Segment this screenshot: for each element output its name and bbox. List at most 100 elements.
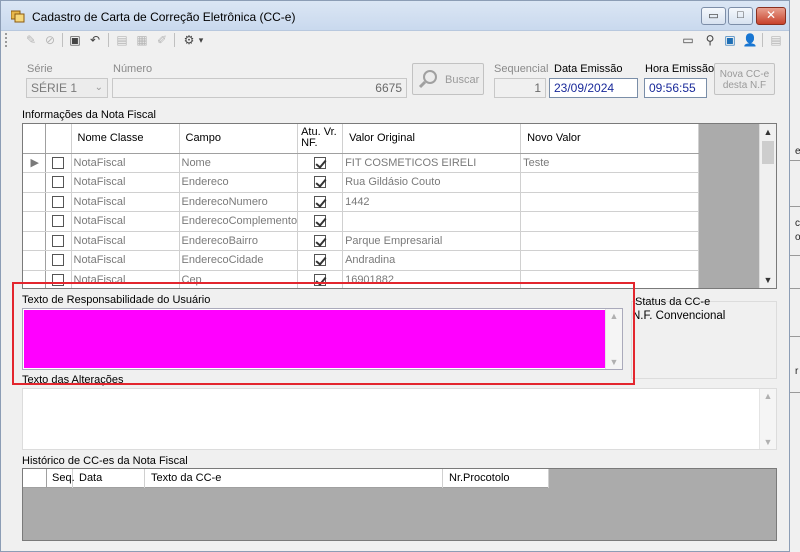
undo-icon[interactable]: ↶	[87, 32, 103, 48]
user-icon[interactable]: 👤	[742, 32, 758, 48]
cell-original[interactable]	[342, 211, 522, 232]
active-window-icon[interactable]: ▣	[722, 32, 738, 48]
search-settings-icon[interactable]: ⚲	[702, 32, 718, 48]
hora-emissao-field[interactable]: 09:56:55	[644, 78, 707, 98]
cell-campo[interactable]: Endereco	[179, 172, 299, 193]
cell-original[interactable]: FIT COSMETICOS EIRELI	[342, 153, 522, 173]
column-header-novo[interactable]: Novo Valor	[520, 124, 700, 154]
alteracoes-textarea[interactable]: ▲ ▼	[22, 388, 777, 450]
column-header-select[interactable]	[45, 124, 72, 154]
row-header[interactable]	[23, 250, 46, 271]
cell-campo[interactable]: EnderecoCidade	[179, 250, 299, 271]
table-row[interactable]: ▶ NotaFiscal Nome FIT COSMETICOS EIRELI …	[23, 153, 700, 173]
cell-novo[interactable]: Teste	[520, 153, 700, 173]
cell-novo[interactable]	[520, 172, 700, 193]
maximize-button[interactable]: □	[728, 7, 753, 25]
checkbox[interactable]	[314, 215, 327, 228]
scroll-down-icon[interactable]: ▼	[760, 437, 776, 447]
checkbox[interactable]	[52, 215, 64, 228]
select-checkbox[interactable]	[45, 172, 72, 193]
cell-classe[interactable]: NotaFiscal	[71, 270, 180, 288]
row-header[interactable]	[23, 211, 46, 232]
cell-classe[interactable]: NotaFiscal	[71, 192, 180, 212]
menu-icon[interactable]: ▤	[768, 32, 784, 48]
checkbox[interactable]	[314, 234, 327, 247]
atu-checkbox[interactable]	[297, 172, 344, 193]
numero-field[interactable]: 6675	[112, 78, 407, 98]
checkbox[interactable]	[52, 176, 64, 189]
column-header-classe[interactable]: Nome Classe	[71, 124, 180, 154]
table-row[interactable]: NotaFiscal EnderecoBairro Parque Empresa…	[23, 231, 700, 251]
column-header-protocolo[interactable]: Nr.Procotolo	[443, 469, 549, 488]
checkbox[interactable]	[52, 234, 64, 247]
cell-campo[interactable]: EnderecoBairro	[179, 231, 299, 251]
sequencial-field[interactable]: 1	[494, 78, 546, 98]
cell-classe[interactable]: NotaFiscal	[71, 172, 180, 193]
select-checkbox[interactable]	[45, 270, 72, 288]
scroll-up-icon[interactable]: ▲	[760, 391, 776, 401]
atu-checkbox[interactable]	[297, 211, 344, 232]
save-icon[interactable]: ▣	[67, 32, 83, 48]
select-checkbox[interactable]	[45, 192, 72, 212]
alteracoes-scrollbar[interactable]: ▲ ▼	[759, 389, 776, 449]
table-row[interactable]: NotaFiscal EnderecoCidade Andradina	[23, 250, 700, 271]
edit-icon[interactable]: ✎	[23, 32, 39, 48]
table-row[interactable]: NotaFiscal Cep 16901882	[23, 270, 700, 288]
cell-classe[interactable]: NotaFiscal	[71, 231, 180, 251]
cell-classe[interactable]: NotaFiscal	[71, 153, 180, 173]
info-nf-grid[interactable]: Nome Classe Campo Atu. Vr. NF. Valor Ori…	[22, 123, 777, 289]
table-row[interactable]: NotaFiscal Endereco Rua Gildásio Couto	[23, 172, 700, 193]
cell-original[interactable]: 1442	[342, 192, 522, 212]
nova-cce-button[interactable]: Nova CC-e desta N.F	[714, 63, 775, 95]
cancel-icon[interactable]: ⊘	[42, 32, 58, 48]
checkbox[interactable]	[314, 254, 327, 267]
scroll-up-icon[interactable]: ▲	[760, 124, 776, 140]
column-header-campo[interactable]: Campo	[179, 124, 299, 154]
erase-icon[interactable]: ✐	[154, 32, 170, 48]
select-checkbox[interactable]	[45, 211, 72, 232]
cell-classe[interactable]: NotaFiscal	[71, 250, 180, 271]
column-header-seq[interactable]: Seq.	[47, 469, 75, 488]
grid-vertical-scrollbar[interactable]: ▲ ▼	[759, 124, 776, 288]
column-header-atu[interactable]: Atu. Vr. NF.	[297, 124, 344, 154]
cell-original[interactable]: Andradina	[342, 250, 522, 271]
checkbox[interactable]	[52, 156, 64, 169]
row-pointer-icon[interactable]: ▶	[23, 153, 46, 173]
atu-checkbox[interactable]	[297, 153, 344, 173]
column-header-data[interactable]: Data	[73, 469, 145, 488]
checkbox[interactable]	[314, 195, 327, 208]
cell-campo[interactable]: EnderecoComplemento	[179, 211, 299, 232]
buscar-button[interactable]: Buscar	[412, 63, 484, 95]
checkbox[interactable]	[52, 254, 64, 267]
table-row[interactable]: NotaFiscal EnderecoNumero 1442	[23, 192, 700, 212]
cell-original[interactable]: Parque Empresarial	[342, 231, 522, 251]
toolbar-grip[interactable]	[5, 33, 8, 47]
cell-original[interactable]: Rua Gildásio Couto	[342, 172, 522, 193]
close-button[interactable]: ✕	[756, 7, 786, 25]
window-list-icon[interactable]: ▭	[680, 32, 696, 48]
responsabilidade-scrollbar[interactable]: ▲ ▼	[605, 309, 622, 369]
checkbox[interactable]	[52, 273, 64, 286]
responsabilidade-textarea[interactable]: ▲ ▼	[22, 308, 623, 370]
column-header-original[interactable]: Valor Original	[342, 124, 522, 154]
atu-checkbox[interactable]	[297, 231, 344, 251]
cell-novo[interactable]	[520, 211, 700, 232]
row-header[interactable]	[23, 270, 46, 288]
scroll-down-icon[interactable]: ▼	[760, 272, 776, 288]
cell-novo[interactable]	[520, 192, 700, 212]
scroll-thumb[interactable]	[762, 141, 774, 164]
historico-grid[interactable]: Seq. Data Texto da CC-e Nr.Procotolo	[22, 468, 777, 541]
select-checkbox[interactable]	[45, 231, 72, 251]
scroll-up-icon[interactable]: ▲	[606, 311, 622, 321]
table-row[interactable]: NotaFiscal EnderecoComplemento	[23, 211, 700, 232]
serie-combo[interactable]: SÉRIE 1 ⌄	[26, 78, 108, 98]
atu-checkbox[interactable]	[297, 250, 344, 271]
row-header[interactable]	[23, 192, 46, 212]
print-preview-icon[interactable]: ▤	[114, 32, 130, 48]
export-icon[interactable]: ▦	[134, 32, 150, 48]
checkbox[interactable]	[314, 273, 327, 286]
checkbox[interactable]	[314, 176, 327, 189]
checkbox[interactable]	[314, 156, 327, 169]
checkbox[interactable]	[52, 195, 64, 208]
cell-novo[interactable]	[520, 250, 700, 271]
